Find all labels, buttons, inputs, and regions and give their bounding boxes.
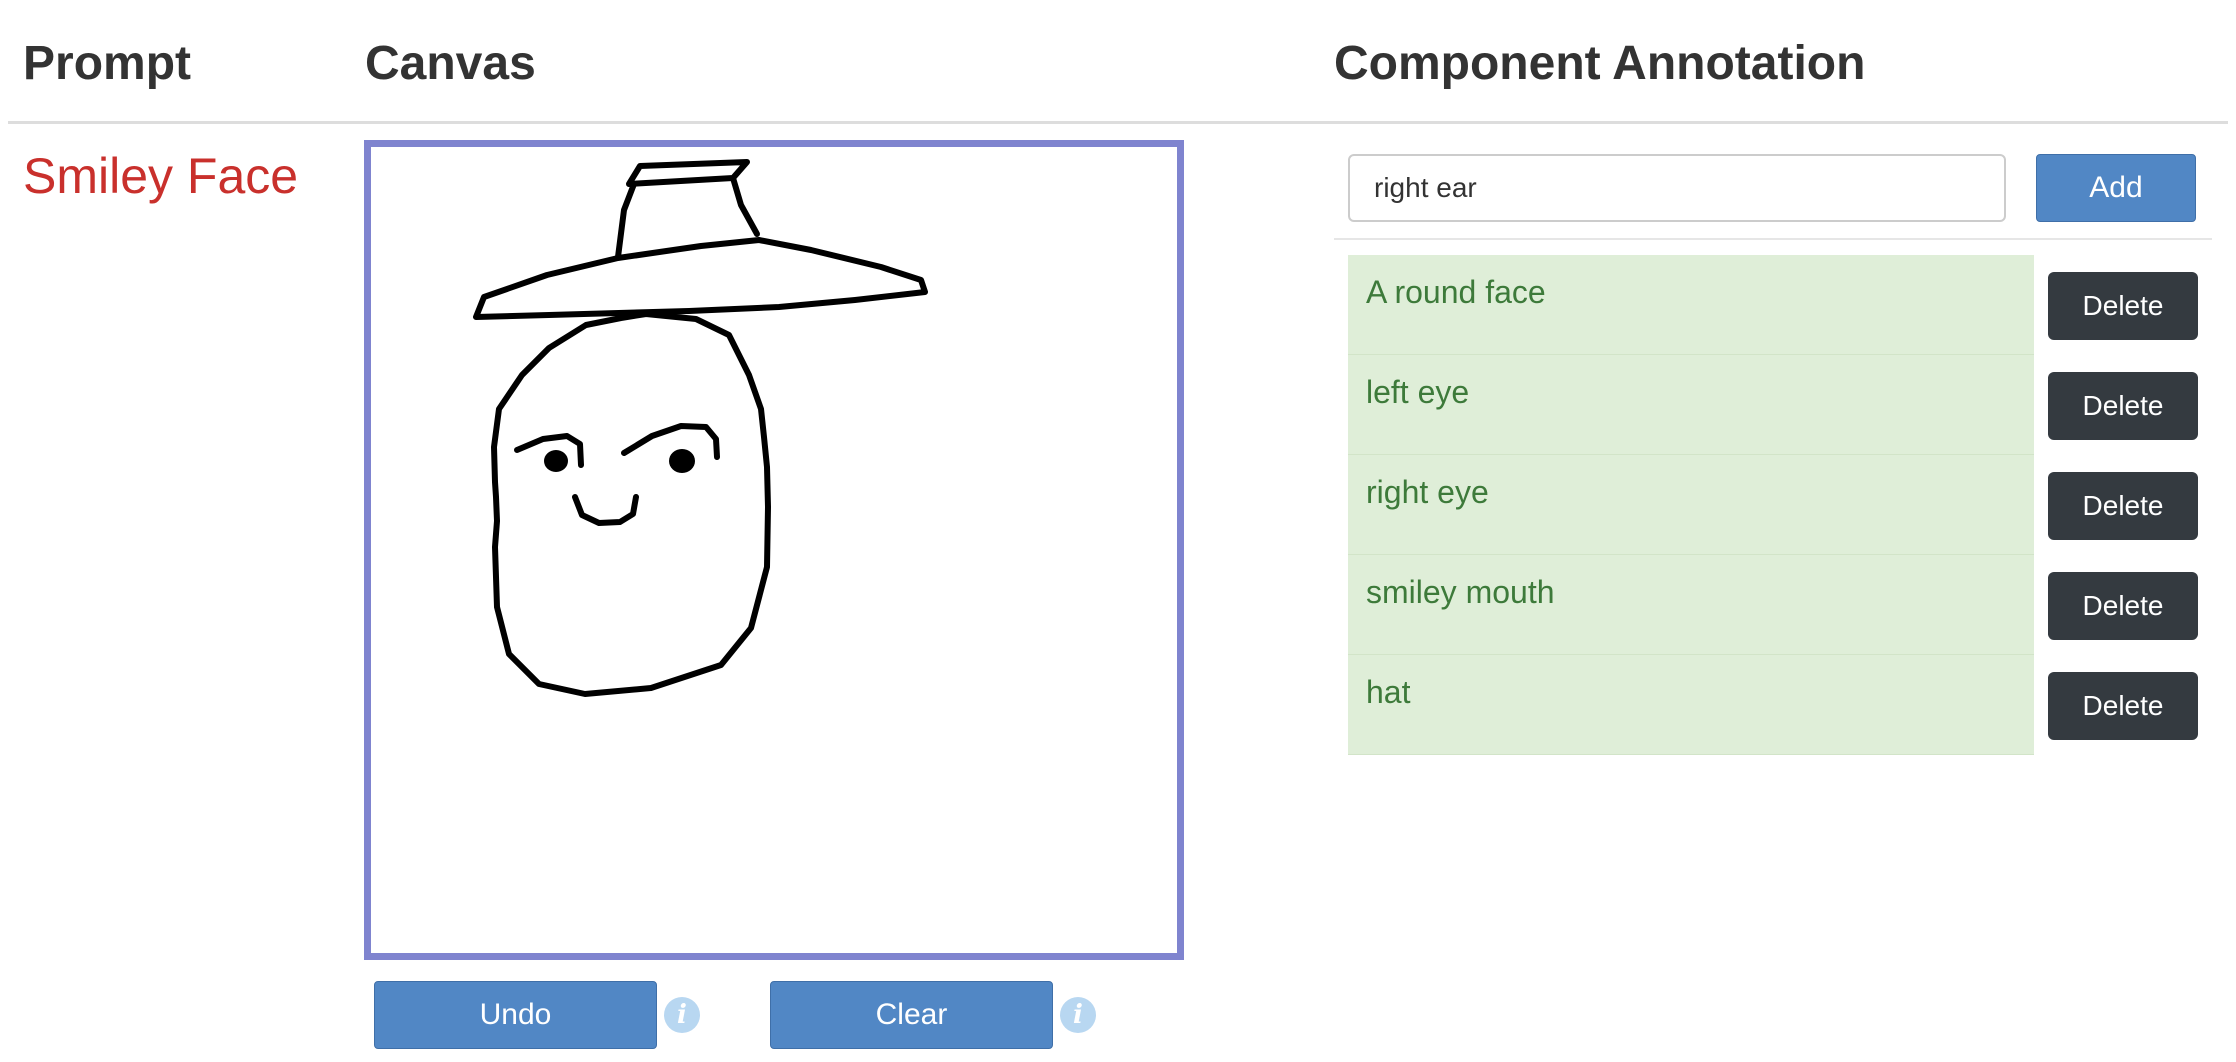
annotation-label: left eye	[1348, 355, 2034, 455]
delete-button[interactable]: Delete	[2048, 272, 2198, 340]
delete-button[interactable]: Delete	[2048, 572, 2198, 640]
annotation-input[interactable]	[1348, 154, 2006, 222]
drawing-canvas[interactable]	[364, 140, 1184, 960]
annotation-row: smiley mouth Delete	[1348, 555, 2198, 655]
annotation-row: left eye Delete	[1348, 355, 2198, 455]
clear-button[interactable]: Clear	[770, 981, 1053, 1049]
hat-crown-left	[615, 181, 637, 260]
undo-button[interactable]: Undo	[374, 981, 657, 1049]
delete-button[interactable]: Delete	[2048, 372, 2198, 440]
canvas-column-title: Canvas	[365, 37, 536, 90]
annotation-label: A round face	[1348, 255, 2034, 355]
annotation-label: hat	[1348, 655, 2034, 755]
clear-info-icon[interactable]: i	[1060, 997, 1096, 1033]
annotation-row: hat Delete	[1348, 655, 2198, 755]
undo-info-icon[interactable]: i	[664, 997, 700, 1033]
face-outline	[491, 311, 771, 697]
header-divider	[8, 121, 2228, 124]
annotation-row: A round face Delete	[1348, 255, 2198, 355]
hat-crown-right	[730, 175, 760, 237]
annotation-column-title: Component Annotation	[1334, 37, 1866, 90]
annotation-row: right eye Delete	[1348, 455, 2198, 555]
left-eye	[544, 450, 568, 472]
annotation-list: A round face Delete left eye Delete righ…	[1348, 255, 2198, 755]
delete-button[interactable]: Delete	[2048, 472, 2198, 540]
hat-brim	[473, 237, 928, 320]
annotation-label: smiley mouth	[1348, 555, 2034, 655]
right-eye	[669, 449, 695, 473]
annotation-label: right eye	[1348, 455, 2034, 555]
prompt-column-title: Prompt	[23, 37, 191, 90]
right-eyebrow	[621, 423, 720, 460]
prompt-text: Smiley Face	[23, 148, 299, 204]
smile	[572, 494, 639, 526]
hat-top	[626, 159, 750, 187]
sketch-drawing	[473, 159, 928, 697]
annotation-divider	[1334, 238, 2212, 240]
delete-button[interactable]: Delete	[2048, 672, 2198, 740]
add-button[interactable]: Add	[2036, 154, 2196, 222]
